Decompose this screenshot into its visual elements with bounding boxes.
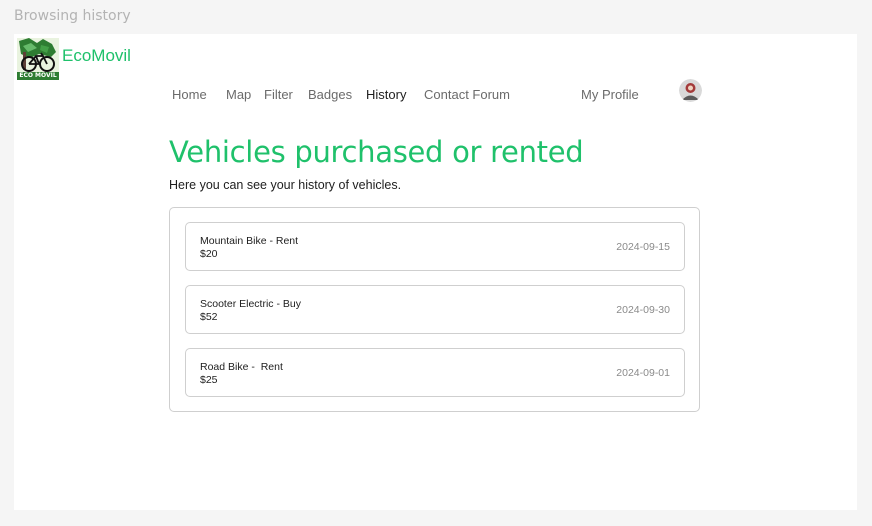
history-item[interactable]: Scooter Electric - Buy $52 2024-09-30: [185, 285, 685, 334]
frame-title: Browsing history: [14, 8, 131, 24]
history-list: Mountain Bike - Rent $20 2024-09-15 Scoo…: [169, 207, 700, 412]
nav-history[interactable]: History: [366, 87, 406, 102]
bike-logo-icon: ECO MOVIL: [17, 38, 59, 80]
history-item-price: $25: [200, 374, 218, 386]
page-title: Vehicles purchased or rented: [169, 135, 584, 169]
nav-filter[interactable]: Filter: [264, 87, 293, 102]
history-item-date: 2024-09-15: [616, 241, 670, 253]
nav-badges[interactable]: Badges: [308, 87, 352, 102]
nav-map[interactable]: Map: [226, 87, 251, 102]
history-item[interactable]: Road Bike - Rent $25 2024-09-01: [185, 348, 685, 397]
history-item-price: $52: [200, 311, 218, 323]
brand-logo[interactable]: ECO MOVIL EcoMovil: [17, 38, 131, 80]
history-item[interactable]: Mountain Bike - Rent $20 2024-09-15: [185, 222, 685, 271]
nav-contact-forum[interactable]: Contact Forum: [424, 87, 510, 102]
brand-name: EcoMovil: [62, 46, 131, 65]
avatar-icon[interactable]: [679, 79, 702, 102]
history-item-date: 2024-09-01: [616, 367, 670, 379]
page-subtitle: Here you can see your history of vehicle…: [169, 178, 402, 192]
history-item-price: $20: [200, 248, 218, 260]
history-item-name: Road Bike - Rent: [200, 361, 283, 373]
my-profile-link[interactable]: My Profile: [581, 87, 639, 102]
logo-text: ECO MOVIL: [19, 72, 57, 79]
history-item-name: Mountain Bike - Rent: [200, 235, 299, 247]
history-item-name: Scooter Electric - Buy: [200, 298, 301, 310]
nav-home[interactable]: Home: [172, 87, 207, 102]
app-canvas: ECO MOVIL EcoMovil Home Map Filter Badge…: [14, 34, 857, 510]
history-item-date: 2024-09-30: [616, 304, 670, 316]
